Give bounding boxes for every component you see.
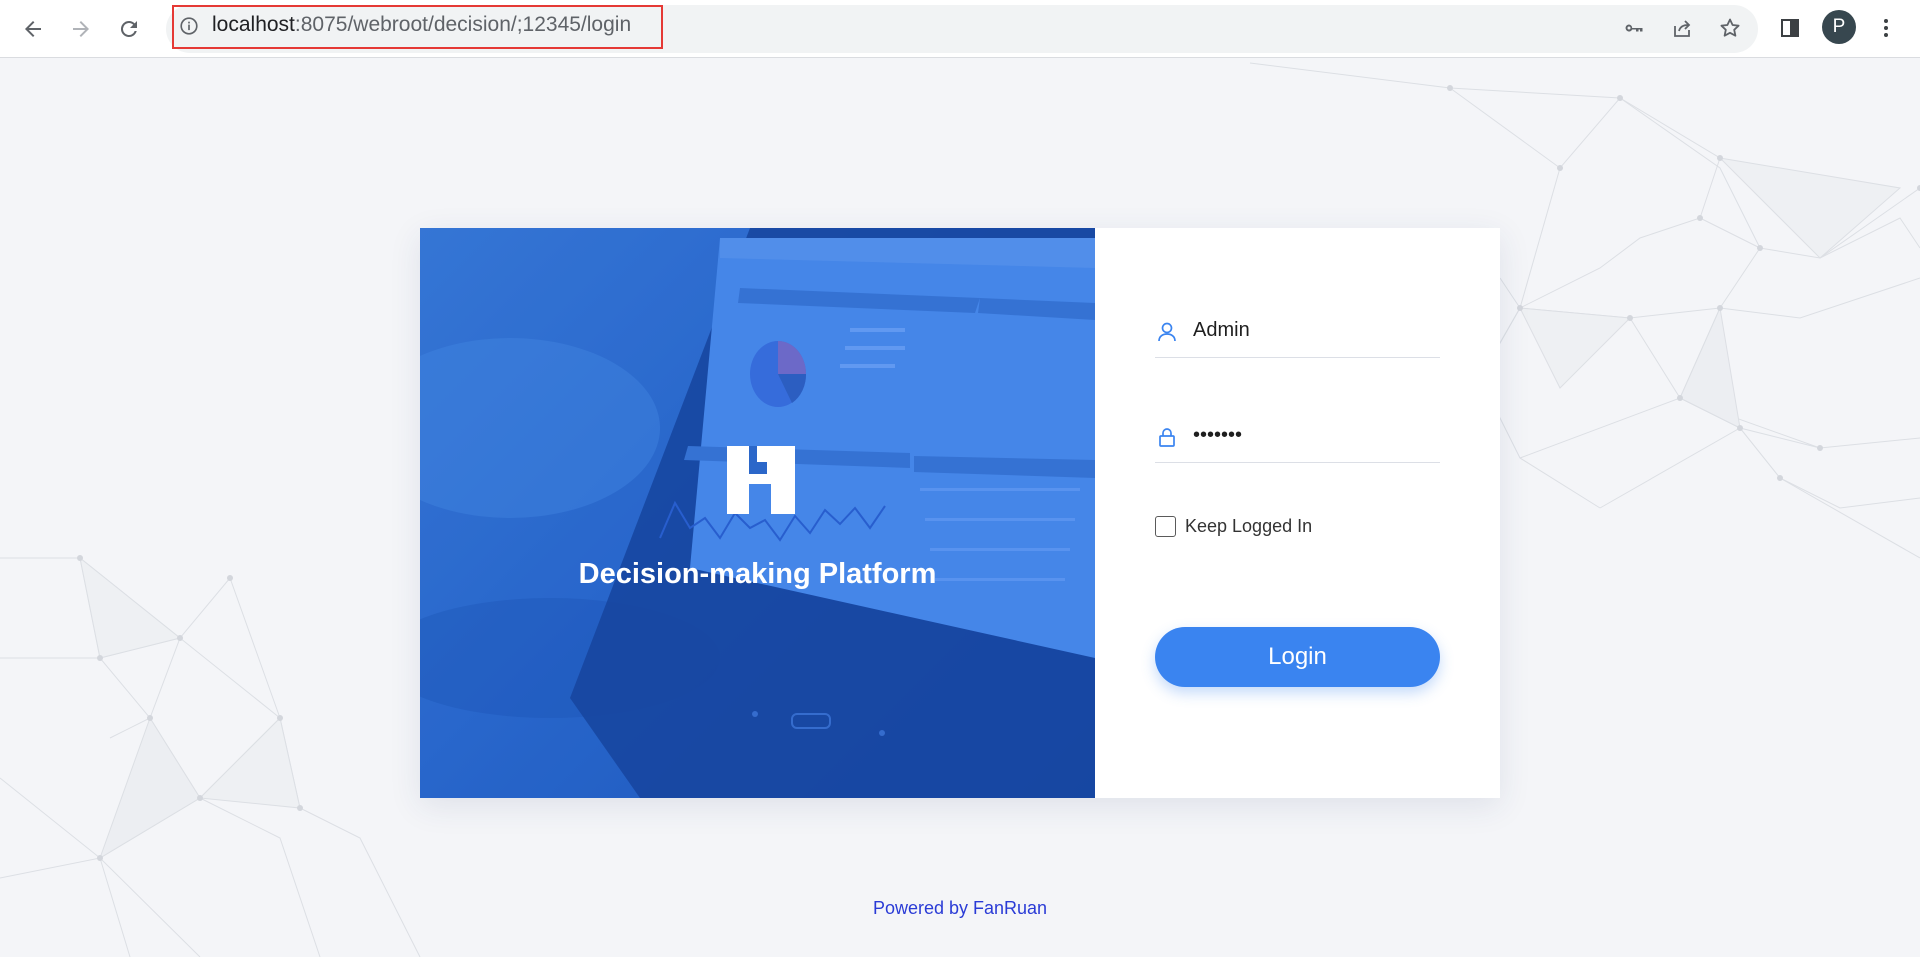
password-value: ••••••• [1193, 424, 1243, 446]
powered-by-link[interactable]: Powered by FanRuan [0, 898, 1920, 919]
share-button[interactable] [1665, 11, 1699, 45]
arrow-right-icon [73, 21, 89, 37]
platform-title: Decision-making Platform [578, 558, 937, 590]
profile-avatar[interactable]: P [1822, 10, 1856, 44]
reload-icon [120, 20, 137, 37]
login-card: Decision-making Platform Admin ••••••• K… [420, 228, 1500, 798]
arrow-left-icon [25, 21, 41, 37]
key-icon [1625, 24, 1643, 32]
user-icon [1158, 322, 1176, 342]
back-button[interactable] [13, 9, 53, 49]
login-form: Admin ••••••• Keep Logged In Login [1095, 228, 1500, 798]
username-value: Admin [1193, 319, 1250, 341]
star-icon [1720, 18, 1740, 37]
login-button[interactable]: Login [1155, 627, 1440, 687]
fanruan-logo-icon [727, 446, 795, 514]
browser-toolbar: localhost:8075/webroot/decision/;12345/l… [0, 0, 1920, 58]
side-panel-button[interactable] [1773, 11, 1807, 45]
username-field[interactable]: Admin [1155, 306, 1440, 358]
url-highlight-box [172, 5, 663, 49]
browser-menu-button[interactable] [1869, 11, 1903, 45]
bookmark-button[interactable] [1713, 11, 1747, 45]
keep-logged-in-checkbox[interactable] [1155, 515, 1176, 537]
hero-panel: Decision-making Platform [420, 228, 1095, 798]
keep-logged-in-label: Keep Logged In [1185, 515, 1313, 536]
kebab-menu-icon [1884, 19, 1888, 37]
password-field[interactable]: ••••••• [1155, 411, 1440, 463]
passwords-button[interactable] [1617, 11, 1651, 45]
lock-icon [1159, 428, 1175, 447]
side-panel-icon [1781, 19, 1799, 37]
reload-button[interactable] [109, 9, 149, 49]
forward-button[interactable] [61, 9, 101, 49]
share-icon [1674, 20, 1691, 37]
keep-logged-in-option[interactable]: Keep Logged In [1155, 514, 1312, 538]
